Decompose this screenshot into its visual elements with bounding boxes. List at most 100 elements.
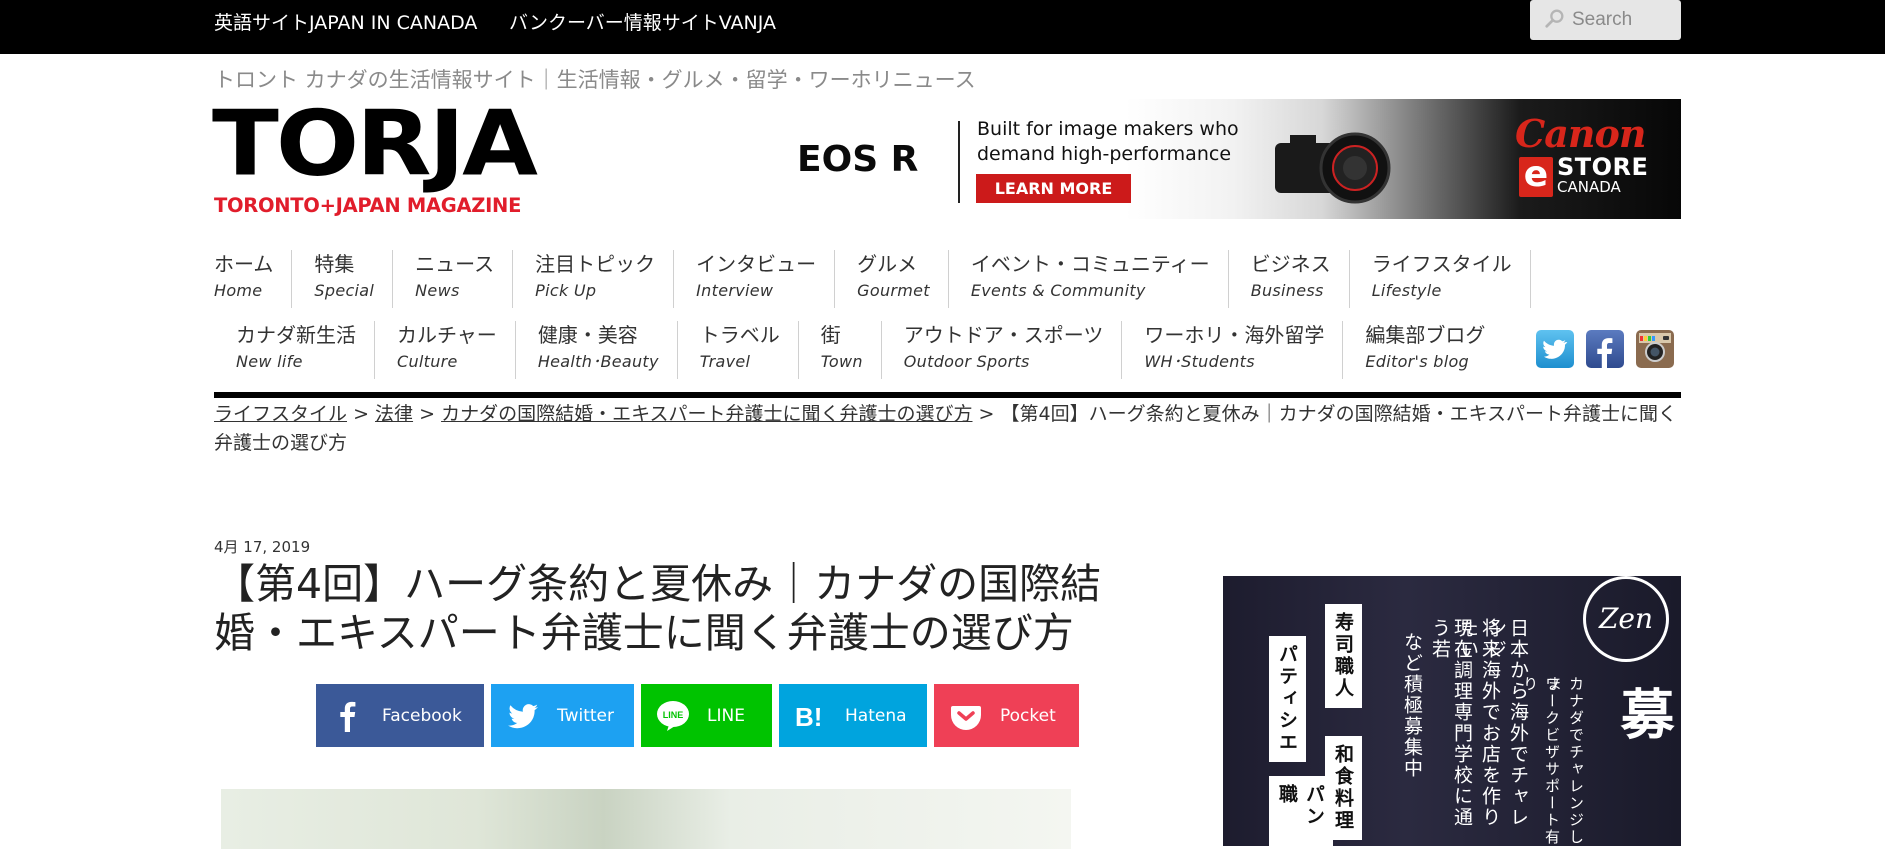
nav-sublabel: Culture xyxy=(397,352,458,371)
pocket-icon xyxy=(951,705,981,730)
breadcrumb-law[interactable]: 法律 xyxy=(375,403,413,425)
nav-sublabel: Travel xyxy=(699,352,751,371)
share-label: LINE xyxy=(707,705,745,726)
breadcrumb-separator: > xyxy=(353,403,369,425)
nav-sublabel: News xyxy=(415,281,460,300)
learn-more-button[interactable]: LEARN MORE xyxy=(976,174,1131,203)
hatena-icon: B! xyxy=(795,702,822,732)
nav-label: アウトドア・スポーツ xyxy=(903,323,1104,347)
nav-pickup[interactable]: 注目トピック Pick Up xyxy=(535,250,675,308)
nav-label: 編集部ブログ xyxy=(1365,323,1486,347)
share-label: Hatena xyxy=(845,705,907,726)
ad-tag: パン職 xyxy=(1269,776,1333,846)
nav-label: カルチャー xyxy=(397,323,497,347)
nav-label: 街 xyxy=(820,323,841,347)
breadcrumb-lifestyle[interactable]: ライフスタイル xyxy=(214,403,347,425)
ad-check-item: 現在調理専門学校に通う若 xyxy=(1429,618,1473,828)
vanja-link[interactable]: バンクーバー情報サイトVANJA xyxy=(509,8,776,35)
nav-sublabel: WH･Students xyxy=(1144,352,1255,371)
share-twitter-button[interactable]: Twitter xyxy=(491,684,634,747)
torja-logo[interactable]: TORJA TORONTO+JAPAN MAGAZINE xyxy=(212,99,564,220)
main-nav-row-2: カナダ新生活 New life カルチャー Culture 健康・美容 Health･… xyxy=(236,321,1503,379)
ad-note: など積極募集中 xyxy=(1401,632,1423,779)
logo-subtitle: TORONTO+JAPAN MAGAZINE xyxy=(214,194,522,217)
nav-health-beauty[interactable]: 健康・美容 Health･Beauty xyxy=(538,321,678,379)
search-box[interactable] xyxy=(1530,0,1681,40)
nav-label: カナダ新生活 xyxy=(236,323,356,347)
nav-sublabel: Health･Beauty xyxy=(537,352,659,371)
facebook-icon xyxy=(340,701,356,732)
nav-label: 特集 xyxy=(314,252,355,276)
nav-outdoor-sports[interactable]: アウトドア・スポーツ Outdoor Sports xyxy=(904,321,1123,379)
banner-headline: Built for image makers who demand high-p… xyxy=(977,118,1239,165)
nav-travel[interactable]: トラベル Travel xyxy=(700,321,799,379)
post-title: 【第4回】ハーグ条約と夏休み｜カナダの国際結婚・エキスパート弁護士に聞く弁護士の… xyxy=(214,560,1102,657)
share-line-button[interactable]: LINE LINE xyxy=(641,684,772,747)
search-icon xyxy=(1544,7,1566,33)
canon-estore-logo: e STORE CANADA xyxy=(1519,153,1649,197)
nav-interview[interactable]: インタビュー Interview xyxy=(696,250,836,308)
canon-logo: Canon xyxy=(1515,111,1646,156)
share-hatena-button[interactable]: B! Hatena xyxy=(779,684,927,747)
camera-icon xyxy=(1265,113,1405,213)
nav-town[interactable]: 街 Town xyxy=(821,321,882,379)
nav-sublabel: Lifestyle xyxy=(1371,281,1442,300)
nav-label: イベント・コミュニティー xyxy=(970,252,1210,276)
svg-text:LINE: LINE xyxy=(663,710,684,720)
twitter-icon xyxy=(508,703,538,728)
nav-home[interactable]: ホーム Home xyxy=(214,250,293,308)
nav-label: トラベル xyxy=(699,323,780,347)
nav-label: グルメ xyxy=(857,252,918,276)
breadcrumb-rule xyxy=(214,392,1681,398)
breadcrumb: ライフスタイル > 法律 > カナダの国際結婚・エキスパート弁護士に聞く弁護士の… xyxy=(214,400,1681,458)
share-label: Pocket xyxy=(1000,705,1056,726)
nav-sublabel: Editor's blog xyxy=(1365,352,1470,371)
ad-tag: 寿司職人 xyxy=(1325,604,1362,708)
nav-label: 健康・美容 xyxy=(537,323,638,347)
twitter-icon[interactable] xyxy=(1536,330,1574,368)
sidebar-ad-recruitment[interactable]: Zen カナダでチャレンジしま ワークビザサポート有り 人材募 日本から海外でチ… xyxy=(1223,576,1681,846)
canon-banner-ad[interactable]: EOS R Built for image makers who demand … xyxy=(785,99,1681,219)
estore-e-icon: e xyxy=(1519,157,1553,197)
nav-gourmet[interactable]: グルメ Gourmet xyxy=(857,250,949,308)
main-nav-row-1: ホーム Home 特集 Special ニュース News 注目トピック Pick Up… xyxy=(214,250,1531,308)
nav-sublabel: Home xyxy=(214,281,263,300)
nav-label: ライフスタイル xyxy=(1371,252,1512,276)
site-tagline: トロント カナダの生活情報サイト｜生活情報・グルメ・留学・ワーホリニュース xyxy=(214,68,976,92)
banner-divider xyxy=(958,121,960,203)
breadcrumb-separator: > xyxy=(978,403,995,425)
nav-sublabel: Special xyxy=(314,281,375,300)
nav-culture[interactable]: カルチャー Culture xyxy=(397,321,516,379)
japan-in-canada-link[interactable]: 英語サイトJAPAN IN CANADA xyxy=(214,8,477,35)
nav-events[interactable]: イベント・コミュニティー Events & Community xyxy=(971,250,1229,308)
nav-label: インタビュー xyxy=(696,252,817,276)
facebook-icon[interactable] xyxy=(1586,330,1624,368)
svg-text:B!: B! xyxy=(795,702,822,732)
search-input[interactable] xyxy=(1572,9,1672,31)
nav-news[interactable]: ニュース News xyxy=(415,250,514,308)
share-label: Facebook xyxy=(382,705,462,726)
nav-sublabel: Gourmet xyxy=(857,281,930,300)
breadcrumb-series[interactable]: カナダの国際結婚・エキスパート弁護士に聞く弁護士の選び方 xyxy=(441,403,972,425)
nav-label: ニュース xyxy=(415,252,495,276)
nav-sublabel: Outdoor Sports xyxy=(903,352,1030,371)
breadcrumb-separator: > xyxy=(419,403,436,425)
post-date: 4月 17, 2019 xyxy=(214,538,311,556)
nav-business[interactable]: ビジネス Business xyxy=(1251,250,1350,308)
nav-label: 注目トピック xyxy=(535,252,656,276)
nav-new-life[interactable]: カナダ新生活 New life xyxy=(236,321,375,379)
share-pocket-button[interactable]: Pocket xyxy=(934,684,1079,747)
nav-wh-students[interactable]: ワーホリ・海外留学 WH･Students xyxy=(1144,321,1344,379)
line-icon: LINE xyxy=(657,700,689,731)
nav-lifestyle[interactable]: ライフスタイル Lifestyle xyxy=(1372,250,1531,308)
nav-sublabel: Business xyxy=(1250,281,1324,300)
nav-label: ビジネス xyxy=(1250,252,1331,276)
instagram-icon[interactable] xyxy=(1636,330,1674,368)
share-label: Twitter xyxy=(557,705,614,726)
zen-logo: Zen xyxy=(1583,576,1669,662)
nav-sublabel: Events & Community xyxy=(970,281,1146,300)
estore-text: STORE xyxy=(1557,153,1649,181)
share-facebook-button[interactable]: Facebook xyxy=(316,684,484,747)
nav-special[interactable]: 特集 Special xyxy=(314,250,394,308)
nav-editors-blog[interactable]: 編集部ブログ Editor's blog xyxy=(1365,321,1503,379)
